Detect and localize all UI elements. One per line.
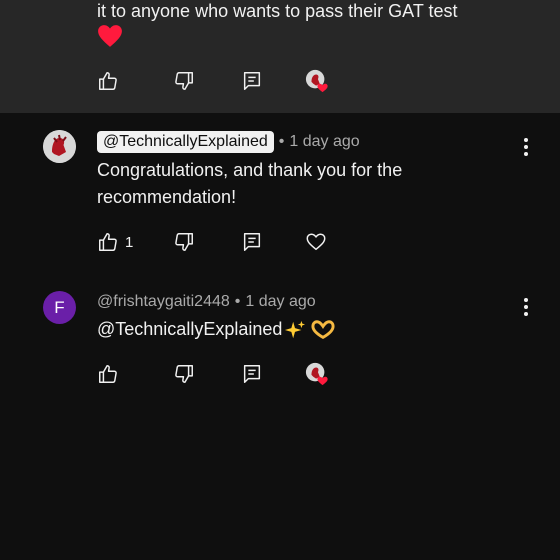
reply-meta: @TechnicallyExplained • 1 day ago: [97, 131, 360, 153]
reply-text: Congratulations, and thank you for the r…: [97, 157, 402, 211]
mention-link[interactable]: @TechnicallyExplained: [97, 316, 282, 343]
dislike-button[interactable]: [173, 68, 195, 94]
sparkles-emoji-icon: [285, 320, 306, 338]
reply-text: @TechnicallyExplained: [97, 316, 336, 343]
reply-icon: [243, 365, 261, 383]
separator: •: [234, 293, 241, 310]
heart-hands-emoji-icon: [311, 319, 335, 339]
thumbs-up-icon: [99, 365, 117, 383]
more-vert-icon[interactable]: [518, 297, 534, 317]
highlighted-comment: it to anyone who wants to pass their GAT…: [0, 0, 560, 113]
reply-text-line: recommendation!: [97, 187, 237, 207]
reply-icon: [243, 72, 261, 90]
more-vert-icon[interactable]: [518, 137, 534, 157]
creator-heart-icon[interactable]: [305, 362, 329, 386]
dislike-button[interactable]: [173, 229, 195, 255]
like-button[interactable]: 1: [97, 229, 133, 255]
thumbs-up-icon: [99, 72, 117, 90]
timestamp: 1 day ago: [289, 133, 360, 150]
comment-text: it to anyone who wants to pass their GAT…: [97, 1, 458, 21]
reply-button[interactable]: [241, 68, 263, 94]
reply-actions: 1: [0, 229, 560, 255]
heart-button[interactable]: [305, 229, 327, 255]
separator: •: [278, 133, 285, 150]
reply-button[interactable]: [241, 361, 263, 387]
comment-actions: [0, 68, 560, 94]
user-handle[interactable]: @frishtaygaiti2448: [97, 293, 230, 311]
like-button[interactable]: [97, 361, 119, 387]
creator-heart-icon[interactable]: [305, 69, 329, 93]
creator-handle-chip[interactable]: @TechnicallyExplained: [97, 131, 274, 153]
dislike-button[interactable]: [173, 361, 195, 387]
reply-actions: [0, 361, 560, 387]
thumbs-up-icon: [99, 233, 117, 251]
heart-outline-icon: [306, 233, 326, 251]
like-button[interactable]: [97, 68, 119, 94]
like-count: 1: [125, 233, 134, 251]
thumbs-down-icon: [175, 365, 193, 383]
thumbs-down-icon: [175, 233, 193, 251]
thumbs-down-icon: [175, 72, 193, 90]
avatar[interactable]: F: [43, 291, 76, 324]
creator-avatar-icon: [43, 130, 76, 163]
reply-button[interactable]: [241, 229, 263, 255]
reply-icon: [243, 233, 261, 251]
timestamp: 1 day ago: [245, 293, 316, 310]
avatar-letter: F: [54, 297, 65, 317]
red-heart-emoji-icon: [98, 25, 122, 47]
reply-text-line: Congratulations, and thank you for the: [97, 160, 403, 180]
reply-meta: @frishtaygaiti2448 • 1 day ago: [97, 291, 316, 313]
avatar[interactable]: [43, 130, 76, 163]
